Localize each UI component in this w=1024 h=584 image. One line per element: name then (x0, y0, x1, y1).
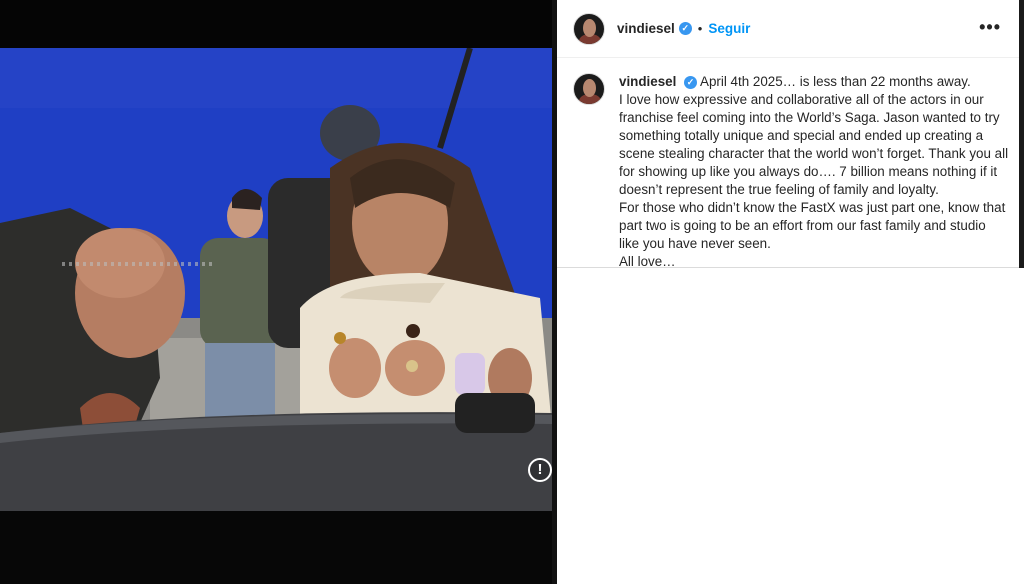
truncated-text-fade (62, 262, 212, 266)
post-photo[interactable] (0, 48, 552, 511)
caption-avatar[interactable] (573, 73, 605, 105)
caption-divider (557, 267, 1019, 268)
caption-line-2: I love how expressive and collaborative … (619, 92, 1009, 197)
caption-text: vindiesel ✓ April 4th 2025… is less than… (619, 73, 1009, 268)
caption-line-4: All love… (619, 254, 676, 268)
caption-line-3: For those who didn’t know the FastX was … (619, 200, 1006, 251)
author-avatar[interactable] (573, 12, 605, 45)
follow-button[interactable]: Seguir (708, 21, 750, 36)
window-edge (1019, 0, 1024, 268)
content-warning-button[interactable]: ! (528, 458, 552, 482)
caption-username[interactable]: vindiesel (619, 74, 676, 89)
post-header: vindiesel ✓ • Seguir ••• (557, 0, 1019, 58)
caption-first-line: vindiesel ✓ April 4th 2025… is less than… (619, 73, 1009, 91)
post-media[interactable]: ! (0, 0, 557, 584)
header-separator: • (697, 21, 703, 36)
author-username[interactable]: vindiesel (617, 21, 675, 36)
verified-badge-icon: ✓ (684, 75, 698, 89)
media-letterbox-top (0, 0, 557, 48)
more-options-icon[interactable]: ••• (979, 18, 1001, 36)
post-caption: vindiesel ✓ April 4th 2025… is less than… (557, 58, 1019, 268)
media-letterbox-bottom (0, 511, 557, 584)
verified-badge-icon: ✓ (678, 22, 692, 35)
caption-line-1: April 4th 2025… is less than 22 months a… (700, 74, 971, 89)
photo-illustration (0, 48, 552, 511)
